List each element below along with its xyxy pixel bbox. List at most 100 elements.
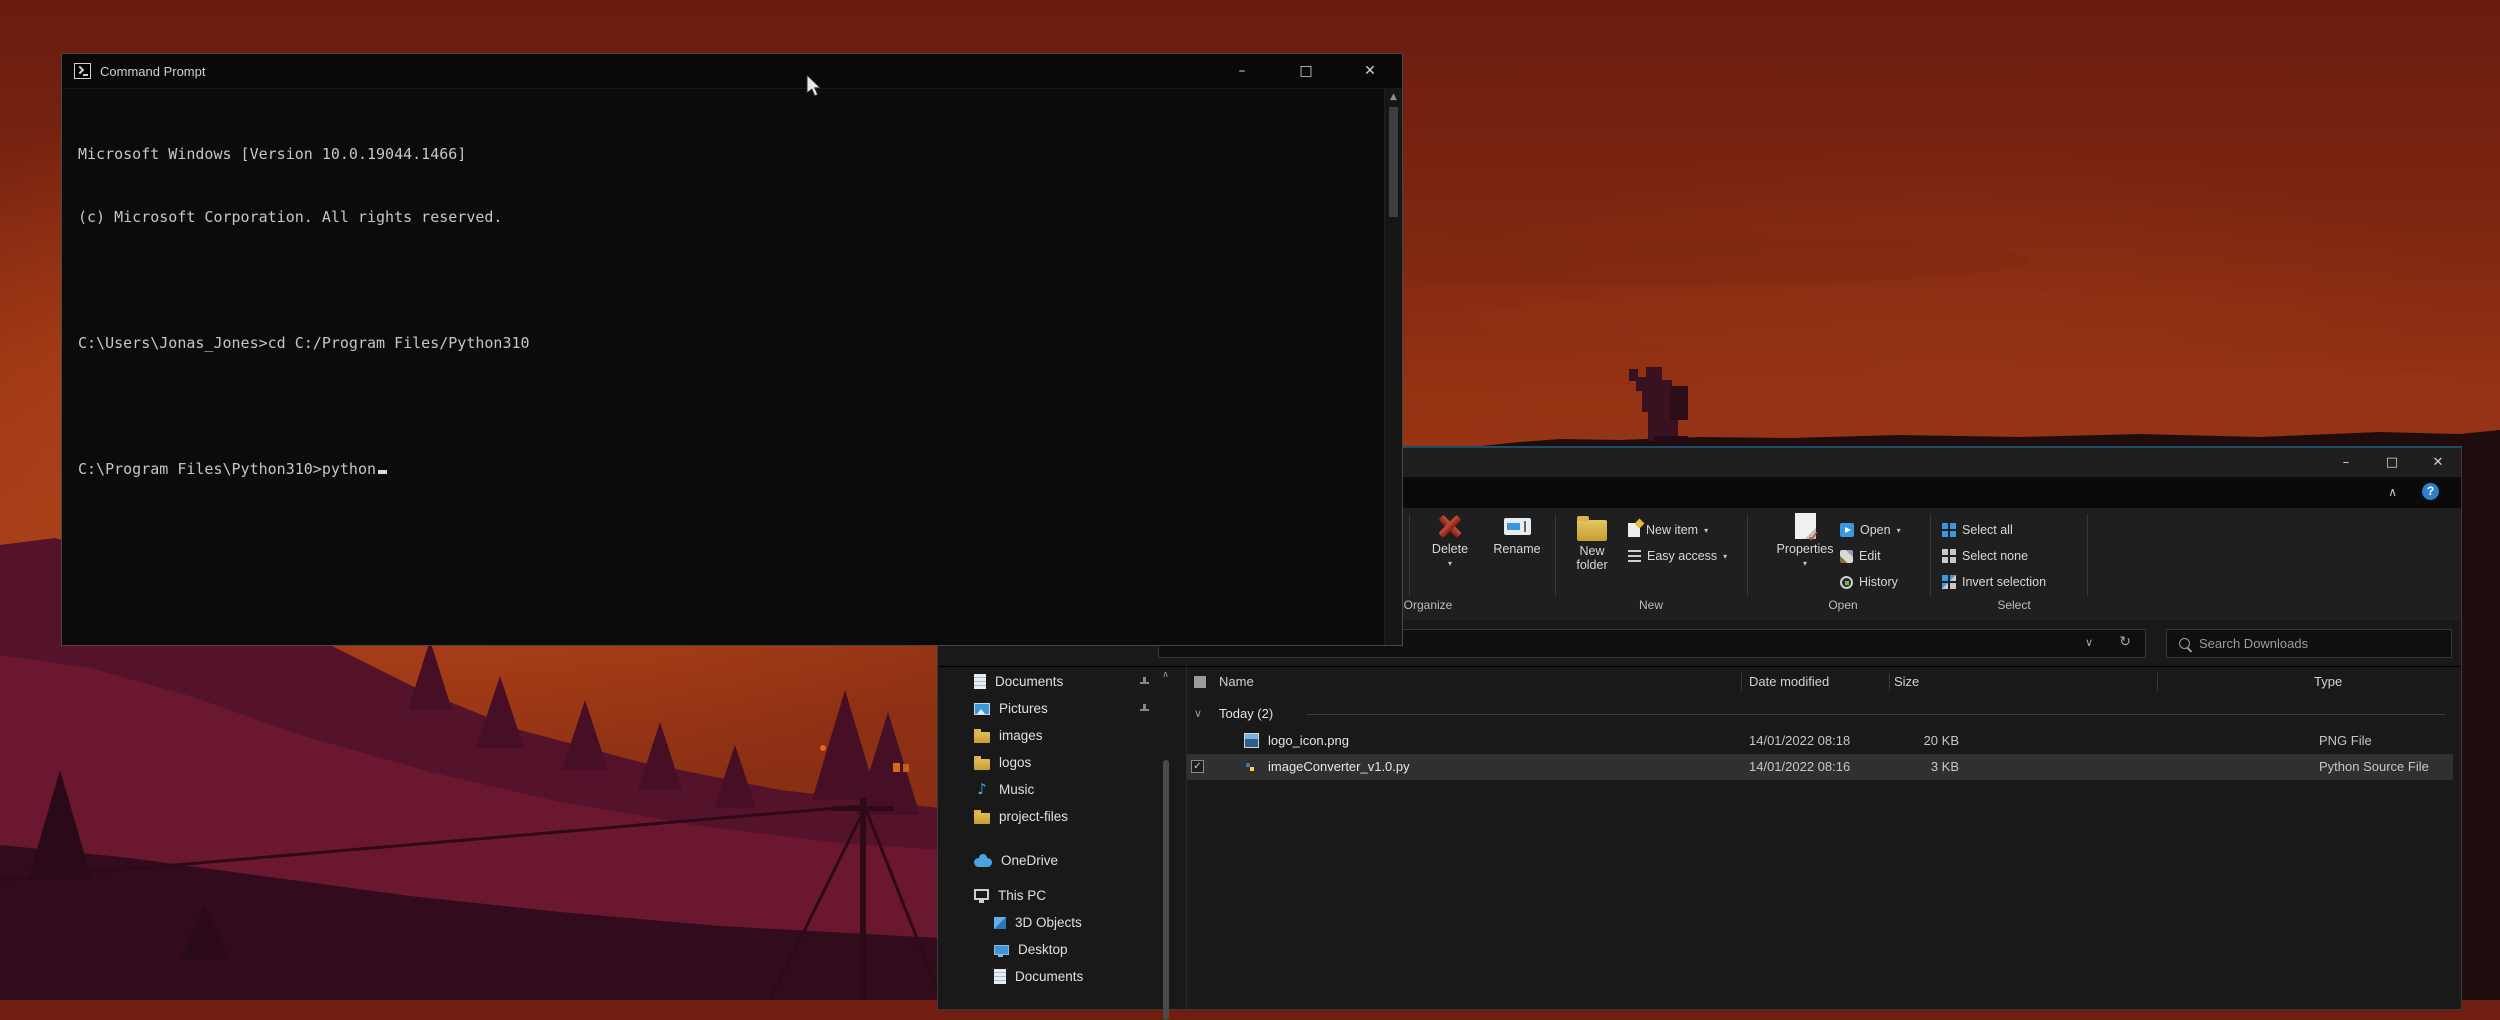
file-date: 14/01/2022 08:18 xyxy=(1749,728,1850,754)
sidebar-item-images[interactable]: images xyxy=(938,722,1186,749)
music-icon: ♪ xyxy=(974,782,990,797)
sidebar-item-label: This PC xyxy=(998,888,1046,903)
file-row-image-converter[interactable]: ✓ imageConverter_v1.0.py 14/01/2022 08:1… xyxy=(1187,754,2453,780)
cmd-close-button[interactable]: ✕ xyxy=(1338,54,1402,88)
command-prompt-window: Command Prompt – □ ✕ Microsoft Windows [… xyxy=(61,53,1403,646)
sidebar-item-logos[interactable]: logos xyxy=(938,749,1186,776)
file-name: imageConverter_v1.0.py xyxy=(1268,754,1410,780)
explorer-maximize-button[interactable]: □ xyxy=(2369,448,2415,477)
caret-down-icon: ▾ xyxy=(1803,557,1807,571)
select-none-button[interactable]: Select none xyxy=(1942,544,2028,568)
ribbon-separator xyxy=(2087,514,2088,596)
sidebar-item-onedrive[interactable]: OneDrive xyxy=(938,847,1186,874)
search-placeholder: Search Downloads xyxy=(2199,636,2308,651)
scrollbar-thumb[interactable] xyxy=(1389,107,1398,217)
easy-access-label: Easy access xyxy=(1647,549,1717,563)
search-input[interactable]: Search Downloads xyxy=(2166,629,2452,658)
group-collapse-icon[interactable]: ∨ xyxy=(1194,702,1202,726)
rename-button[interactable]: Rename xyxy=(1485,513,1549,597)
column-header-name[interactable]: Name xyxy=(1219,668,1254,696)
file-type: Python Source File xyxy=(2319,754,2429,780)
cloud-streak xyxy=(1950,366,2500,414)
terminal-line xyxy=(78,396,1385,417)
sidebar-item-3d-objects[interactable]: 3D Objects xyxy=(938,909,1186,936)
column-separator[interactable] xyxy=(1741,673,1742,691)
open-icon xyxy=(1840,523,1854,537)
check-icon: ✓ xyxy=(1807,530,1820,544)
document-icon xyxy=(994,969,1006,984)
select-none-icon xyxy=(1942,549,1956,563)
address-dropdown-icon[interactable]: ∨ xyxy=(2085,636,2093,649)
delete-label: Delete xyxy=(1432,542,1468,556)
folder-icon xyxy=(974,759,990,770)
terminal-output[interactable]: Microsoft Windows [Version 10.0.19044.14… xyxy=(62,89,1385,645)
sidebar-item-documents[interactable]: Documents xyxy=(938,668,1186,695)
sidebar-scrollbar[interactable]: ∧ xyxy=(1159,668,1172,1009)
sidebar-item-this-pc[interactable]: This PC xyxy=(938,882,1186,909)
file-row-logo-icon[interactable]: logo_icon.png 14/01/2022 08:18 20 KB PNG… xyxy=(1187,728,2453,754)
new-folder-icon xyxy=(1577,520,1607,541)
sidebar-item-desktop[interactable]: Desktop xyxy=(938,936,1186,963)
column-header-size[interactable]: Size xyxy=(1894,668,1919,696)
new-folder-button[interactable]: New folder xyxy=(1562,513,1622,597)
caret-down-icon: ▾ xyxy=(1448,557,1452,571)
rename-label: Rename xyxy=(1493,542,1540,556)
group-label-open: Open xyxy=(1773,598,1913,614)
easy-access-button[interactable]: Easy access ▾ xyxy=(1628,544,1727,568)
column-separator[interactable] xyxy=(1889,673,1890,691)
scroll-up-icon[interactable]: ▲ xyxy=(1385,89,1402,105)
cmd-maximize-button[interactable]: □ xyxy=(1274,54,1338,88)
new-item-button[interactable]: New item ▾ xyxy=(1628,518,1708,542)
scroll-up-icon[interactable]: ∧ xyxy=(1159,668,1172,682)
select-all-checkbox[interactable] xyxy=(1194,676,1206,688)
explorer-close-button[interactable]: ✕ xyxy=(2415,448,2461,477)
scrollbar-thumb[interactable] xyxy=(1163,760,1169,1020)
history-label: History xyxy=(1859,575,1898,589)
folder-icon xyxy=(974,732,990,743)
cloud-streak xyxy=(1470,290,2330,350)
ribbon-collapse-icon[interactable]: ∧ xyxy=(2388,485,2397,499)
sidebar-item-documents-pc[interactable]: Documents xyxy=(938,963,1186,990)
group-header-today[interactable]: ∨ Today (2) xyxy=(1187,702,2453,726)
cmd-titlebar[interactable]: Command Prompt – □ ✕ xyxy=(62,54,1402,89)
sidebar-item-music[interactable]: ♪ Music xyxy=(938,776,1186,803)
column-separator[interactable] xyxy=(2157,673,2158,691)
invert-selection-button[interactable]: Invert selection xyxy=(1942,570,2046,594)
explorer-minimize-button[interactable]: – xyxy=(2323,448,2369,477)
file-size: 3 KB xyxy=(1879,754,1959,780)
sidebar-item-pictures[interactable]: Pictures xyxy=(938,695,1186,722)
desktop-icon xyxy=(994,945,1009,955)
sidebar-item-project-files[interactable]: project-files xyxy=(938,803,1186,830)
help-icon[interactable]: ? xyxy=(2422,483,2439,500)
refresh-icon[interactable]: ↻ xyxy=(2119,634,2131,650)
caret-down-icon: ▾ xyxy=(1723,552,1727,561)
ribbon-separator xyxy=(1555,514,1556,596)
properties-button[interactable]: ✓ Properties ▾ xyxy=(1772,513,1838,597)
ribbon-separator xyxy=(1409,514,1410,596)
history-button[interactable]: History xyxy=(1840,570,1898,594)
select-all-label: Select all xyxy=(1962,523,2013,537)
delete-button[interactable]: Delete ▾ xyxy=(1419,513,1481,597)
terminal-line: Microsoft Windows [Version 10.0.19044.14… xyxy=(78,144,1385,165)
file-date: 14/01/2022 08:16 xyxy=(1749,754,1850,780)
open-label: Open xyxy=(1860,523,1891,537)
pictures-icon xyxy=(974,703,990,715)
column-header-date[interactable]: Date modified xyxy=(1749,668,1829,696)
sidebar-item-label: Documents xyxy=(1015,969,1083,984)
sidebar-item-label: Desktop xyxy=(1018,942,1068,957)
select-all-button[interactable]: Select all xyxy=(1942,518,2013,542)
sidebar-spacer xyxy=(938,874,1186,882)
column-header-type[interactable]: Type xyxy=(2314,668,2342,696)
sidebar-item-label: images xyxy=(999,728,1043,743)
invert-selection-icon xyxy=(1942,575,1956,589)
folder-icon xyxy=(974,813,990,824)
edit-button[interactable]: Edit xyxy=(1840,544,1881,568)
properties-icon: ✓ xyxy=(1795,513,1816,539)
cmd-minimize-button[interactable]: – xyxy=(1210,54,1274,88)
open-button[interactable]: Open ▾ xyxy=(1840,518,1901,542)
row-checkbox-checked[interactable]: ✓ xyxy=(1191,760,1204,773)
cmd-scrollbar[interactable]: ▲ xyxy=(1384,89,1402,645)
sidebar-item-label: Documents xyxy=(995,674,1063,689)
terminal-line: C:\Users\Jonas_Jones>cd C:/Program Files… xyxy=(78,333,1385,354)
onedrive-cloud-icon xyxy=(974,858,992,867)
